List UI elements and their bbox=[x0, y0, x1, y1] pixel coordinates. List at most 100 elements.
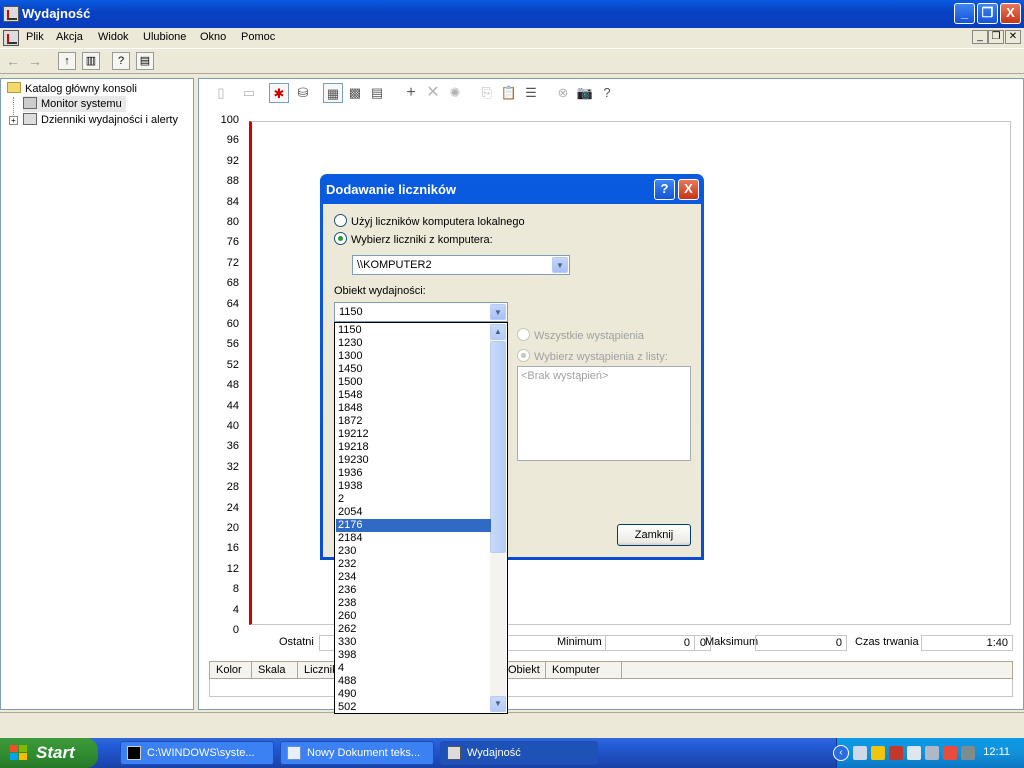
dropdown-item[interactable]: 1150 bbox=[336, 324, 491, 337]
radio-all-instances[interactable]: Wszystkie wystąpienia bbox=[517, 328, 644, 342]
dropdown-item[interactable]: 4 bbox=[336, 662, 491, 675]
dropdown-item[interactable]: 2176 bbox=[336, 519, 491, 532]
radio-local-computer[interactable]: Użyj liczników komputera lokalnego bbox=[334, 214, 525, 228]
dialog-close-button[interactable]: X bbox=[678, 179, 699, 200]
console-icon[interactable] bbox=[3, 30, 19, 46]
antivirus-icon[interactable] bbox=[889, 746, 903, 760]
performance-object-dropdown[interactable]: ▲ ▼ 1150 1230 1300 1450 1500 1548 1848 1872 1921… bbox=[334, 322, 508, 714]
dropdown-item[interactable]: 490 bbox=[336, 688, 491, 701]
dropdown-item[interactable]: 1548 bbox=[336, 389, 491, 402]
restore-button[interactable]: ❐ bbox=[977, 3, 998, 24]
view-log-data-icon[interactable]: ⛁ bbox=[293, 83, 313, 103]
radio-select-icon[interactable] bbox=[517, 349, 530, 362]
dropdown-item[interactable]: 2 bbox=[336, 493, 491, 506]
radio-remote-icon[interactable] bbox=[334, 232, 347, 245]
legend-col-object[interactable]: Obiekt bbox=[502, 662, 546, 678]
menu-ulubione[interactable]: Ulubione bbox=[143, 31, 186, 43]
tray-expand-icon[interactable]: ‹ bbox=[833, 745, 849, 761]
copy-properties-icon[interactable]: ⎘ bbox=[477, 83, 497, 103]
view-current-activity-icon[interactable]: ✱ bbox=[269, 83, 289, 103]
add-icon[interactable]: + bbox=[401, 83, 421, 103]
dropdown-item[interactable]: 230 bbox=[336, 545, 491, 558]
back-arrow-icon[interactable]: ← bbox=[6, 53, 20, 69]
show-tree-icon[interactable]: ▥ bbox=[82, 52, 100, 70]
menu-pomoc[interactable]: Pomoc bbox=[241, 31, 275, 43]
dropdown-item[interactable]: 238 bbox=[336, 597, 491, 610]
menu-okno[interactable]: Okno bbox=[200, 31, 226, 43]
radio-remote-computer[interactable]: Wybierz liczniki z komputera: bbox=[334, 232, 493, 246]
network-icon[interactable] bbox=[853, 746, 867, 760]
task-notepad[interactable]: Nowy Dokument teks... bbox=[280, 741, 434, 765]
computer-combo[interactable]: \\KOMPUTER2 ▼ bbox=[352, 255, 570, 275]
new-counter-set-icon[interactable]: ▯ bbox=[211, 83, 231, 103]
up-folder-icon[interactable]: ↑ bbox=[58, 52, 76, 70]
security-shield-icon[interactable] bbox=[871, 746, 885, 760]
minimize-button[interactable]: _ bbox=[954, 3, 975, 24]
dropdown-item[interactable]: 236 bbox=[336, 584, 491, 597]
shield-icon[interactable] bbox=[907, 746, 921, 760]
description-bar-icon[interactable]: ▤ bbox=[136, 52, 154, 70]
dropdown-item[interactable]: 1500 bbox=[336, 376, 491, 389]
forward-arrow-icon[interactable]: → bbox=[28, 53, 42, 69]
instances-list[interactable]: <Brak wystąpień> bbox=[517, 366, 691, 461]
menu-plik[interactable]: Plik bbox=[26, 31, 44, 43]
display-icon[interactable] bbox=[961, 746, 975, 760]
legend-col-scale[interactable]: Skala bbox=[252, 662, 298, 678]
dropdown-item[interactable]: 330 bbox=[336, 636, 491, 649]
legend-col-computer[interactable]: Komputer bbox=[546, 662, 622, 678]
close-dialog-button[interactable]: Zamknij bbox=[617, 524, 691, 546]
highlight-icon[interactable]: ✺ bbox=[445, 83, 465, 103]
dropdown-item[interactable]: 1848 bbox=[336, 402, 491, 415]
mdi-minimize-icon[interactable]: _ bbox=[972, 30, 988, 44]
help-icon[interactable]: ? bbox=[112, 52, 130, 70]
task-performance[interactable]: Wydajność bbox=[440, 741, 598, 765]
dropdown-item[interactable]: 398 bbox=[336, 649, 491, 662]
dropdown-item[interactable]: 1450 bbox=[336, 363, 491, 376]
task-cmd[interactable]: C:\WINDOWS\syste... bbox=[120, 741, 274, 765]
dropdown-item[interactable]: 502 bbox=[336, 701, 491, 714]
dropdown-item[interactable]: 260 bbox=[336, 610, 491, 623]
performance-app-icon[interactable] bbox=[3, 6, 19, 22]
scroll-down-icon[interactable]: ▼ bbox=[490, 696, 506, 712]
tree-root[interactable]: Katalog główny konsoli bbox=[7, 81, 137, 97]
dropdown-item[interactable]: 2184 bbox=[336, 532, 491, 545]
legend-col-color[interactable]: Kolor bbox=[210, 662, 252, 678]
freeze-display-icon[interactable]: ⊗ bbox=[553, 83, 573, 103]
dropdown-scrollbar[interactable]: ▲ ▼ bbox=[490, 324, 506, 712]
dropdown-item[interactable]: 488 bbox=[336, 675, 491, 688]
menu-widok[interactable]: Widok bbox=[98, 31, 129, 43]
mdi-restore-icon[interactable]: ❐ bbox=[988, 30, 1004, 44]
dropdown-item[interactable]: 1230 bbox=[336, 337, 491, 350]
dropdown-item[interactable]: 1936 bbox=[336, 467, 491, 480]
dropdown-item[interactable]: 1938 bbox=[336, 480, 491, 493]
expand-plus-icon[interactable]: + bbox=[9, 116, 18, 125]
radio-local-icon[interactable] bbox=[334, 214, 347, 227]
tree-item-logs[interactable]: Dzienniki wydajności i alerty bbox=[23, 112, 178, 128]
counter-legend-body[interactable] bbox=[209, 679, 1013, 697]
dropdown-item[interactable]: 1872 bbox=[336, 415, 491, 428]
scroll-thumb[interactable] bbox=[490, 341, 506, 553]
clear-display-icon[interactable]: ▭ bbox=[239, 83, 259, 103]
dropdown-item[interactable]: 1300 bbox=[336, 350, 491, 363]
help-icon[interactable]: ? bbox=[597, 83, 617, 103]
chevron-down-icon[interactable]: ▼ bbox=[552, 257, 568, 273]
properties-icon[interactable]: ☰ bbox=[521, 83, 541, 103]
paste-counter-list-icon[interactable]: 📋 bbox=[499, 83, 519, 103]
dropdown-item[interactable]: 262 bbox=[336, 623, 491, 636]
start-button[interactable]: Start bbox=[0, 738, 98, 768]
dialog-help-button[interactable]: ? bbox=[654, 179, 675, 200]
radio-select-instances[interactable]: Wybierz wystąpienia z listy: bbox=[517, 349, 668, 363]
update-data-icon[interactable]: 📷 bbox=[575, 83, 595, 103]
mdi-close-icon[interactable]: ✕ bbox=[1005, 30, 1021, 44]
dropdown-item[interactable]: 19212 bbox=[336, 428, 491, 441]
view-graph-icon[interactable]: ▦ bbox=[323, 83, 343, 103]
hardware-icon[interactable] bbox=[925, 746, 939, 760]
performance-object-combo[interactable]: 1150 ▼ bbox=[334, 302, 508, 322]
radio-all-icon[interactable] bbox=[517, 328, 530, 341]
close-button[interactable]: X bbox=[1000, 3, 1021, 24]
scroll-up-icon[interactable]: ▲ bbox=[490, 324, 506, 340]
view-histogram-icon[interactable]: ▩ bbox=[345, 83, 365, 103]
dropdown-item[interactable]: 234 bbox=[336, 571, 491, 584]
dropdown-item[interactable]: 2054 bbox=[336, 506, 491, 519]
dropdown-item[interactable]: 19230 bbox=[336, 454, 491, 467]
